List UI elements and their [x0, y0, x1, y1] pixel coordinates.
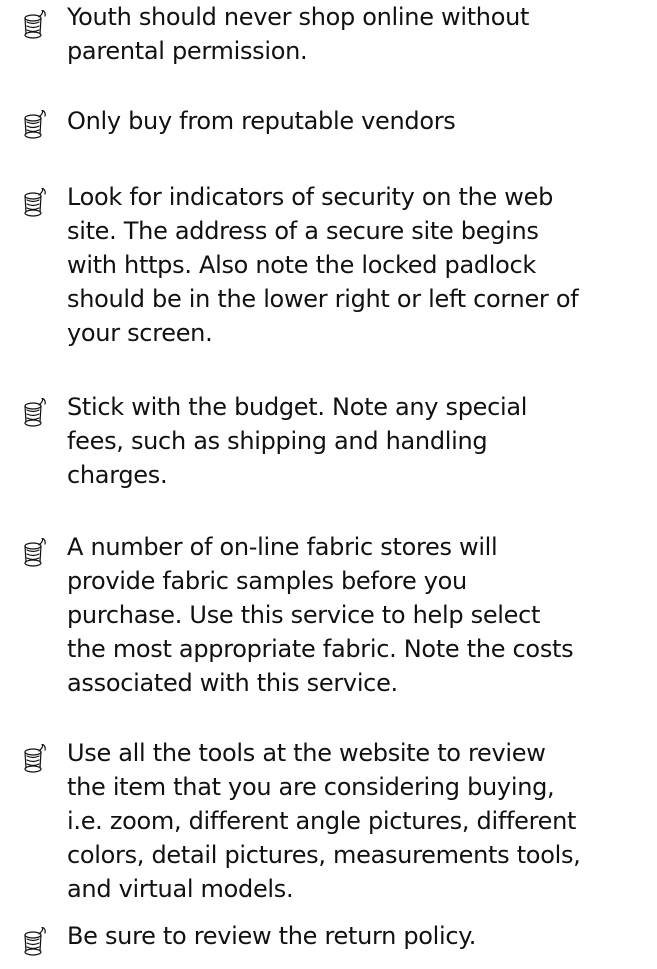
tip-text: Only buy from reputable vendors: [67, 107, 456, 135]
spool-of-thread-icon: [22, 10, 48, 42]
spool-of-thread-icon: [22, 398, 48, 430]
spool-of-thread-icon: [22, 744, 48, 776]
tip-text: Be sure to review the return policy.: [67, 922, 477, 950]
tip-text: A number of on-line fabric stores will p…: [67, 533, 574, 697]
spool-of-thread-icon: [22, 927, 48, 959]
spool-of-thread-icon: [22, 110, 48, 142]
tip-text: Youth should never shop online without p…: [67, 3, 530, 65]
spool-of-thread-icon: [22, 538, 48, 570]
tip-text: Stick with the budget. Note any special …: [67, 393, 528, 489]
tip-text: Look for indicators of security on the w…: [67, 183, 579, 347]
tips-page: Youth should never shop online without p…: [0, 0, 657, 969]
spool-of-thread-icon: [22, 188, 48, 220]
tip-text: Use all the tools at the website to revi…: [67, 739, 581, 903]
